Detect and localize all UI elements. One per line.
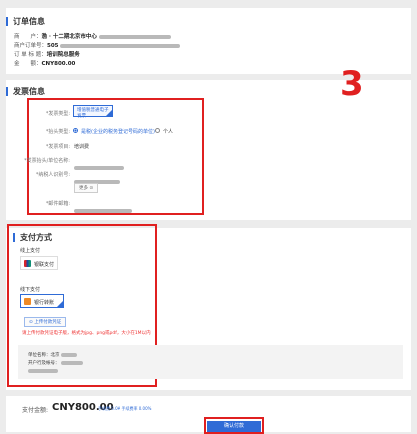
bank-extra-row	[28, 368, 58, 374]
header-type-radio-company[interactable]	[73, 128, 78, 133]
fee-note: 手续费 0.0¥ 手续费率 0.00%	[98, 406, 152, 411]
header-type-option-personal[interactable]: 个人	[163, 128, 173, 135]
step-annotation: 3	[340, 64, 364, 104]
online-pay-label: 线上支付	[20, 248, 41, 254]
email-input[interactable]	[74, 200, 132, 219]
email-label: *邮件邮箱:	[45, 201, 70, 207]
upload-note: 请上传付款凭证电子版，格式为jpg、png或pdf，大小在1M以内	[22, 331, 151, 336]
offline-pay-label: 线下支付	[20, 287, 41, 293]
selected-corner-icon	[106, 110, 112, 116]
order-info-title: 订单信息	[6, 17, 45, 26]
invoice-project-value: 培训费	[74, 144, 90, 150]
order-row-title: 订 单 标 题：培训院总服务	[14, 52, 80, 58]
invoice-name-label: *发票抬头/单位名称:	[24, 158, 70, 164]
confirm-pay-button[interactable]: 确认付款	[207, 421, 261, 432]
order-row-amount: 金 额：CNY800.00	[14, 61, 76, 67]
bank-transfer-option[interactable]: 银行转账	[20, 294, 64, 308]
more-button[interactable]: 更多 ⊙	[74, 183, 99, 193]
unionpay-option[interactable]: 银联支付	[20, 256, 58, 270]
upload-proof-button[interactable]: ⊙ 上传付款凭证	[24, 317, 67, 327]
unionpay-icon	[24, 260, 31, 267]
invoice-type-option[interactable]: 增值税普通电子发票	[73, 105, 113, 119]
header-type-label: *抬头类型:	[45, 129, 70, 135]
invoice-title: 发票信息	[6, 87, 45, 96]
payment-title: 支付方式	[13, 233, 52, 242]
order-row-number: 商户订单号：505	[14, 41, 181, 49]
invoice-type-label: *发票类型:	[45, 111, 70, 117]
header-type-option-company[interactable]: 是税(企业的税务登记号码的单位)	[81, 128, 155, 135]
selected-corner-icon	[57, 301, 63, 307]
pay-amount-label: 支付金额:	[22, 407, 49, 414]
bank-account-row: 开户行及帐号：	[28, 360, 83, 366]
invoice-project-label: *发票项目:	[45, 144, 70, 150]
bank-name-row: 单位名称：北京	[28, 352, 77, 358]
header-type-radio-personal[interactable]	[155, 128, 160, 133]
order-row-merchant: 商 户：渤 · 十二期北京市中心	[14, 32, 171, 40]
taxid-label: *纳税人识别号:	[35, 172, 70, 178]
bank-transfer-icon	[24, 298, 31, 305]
